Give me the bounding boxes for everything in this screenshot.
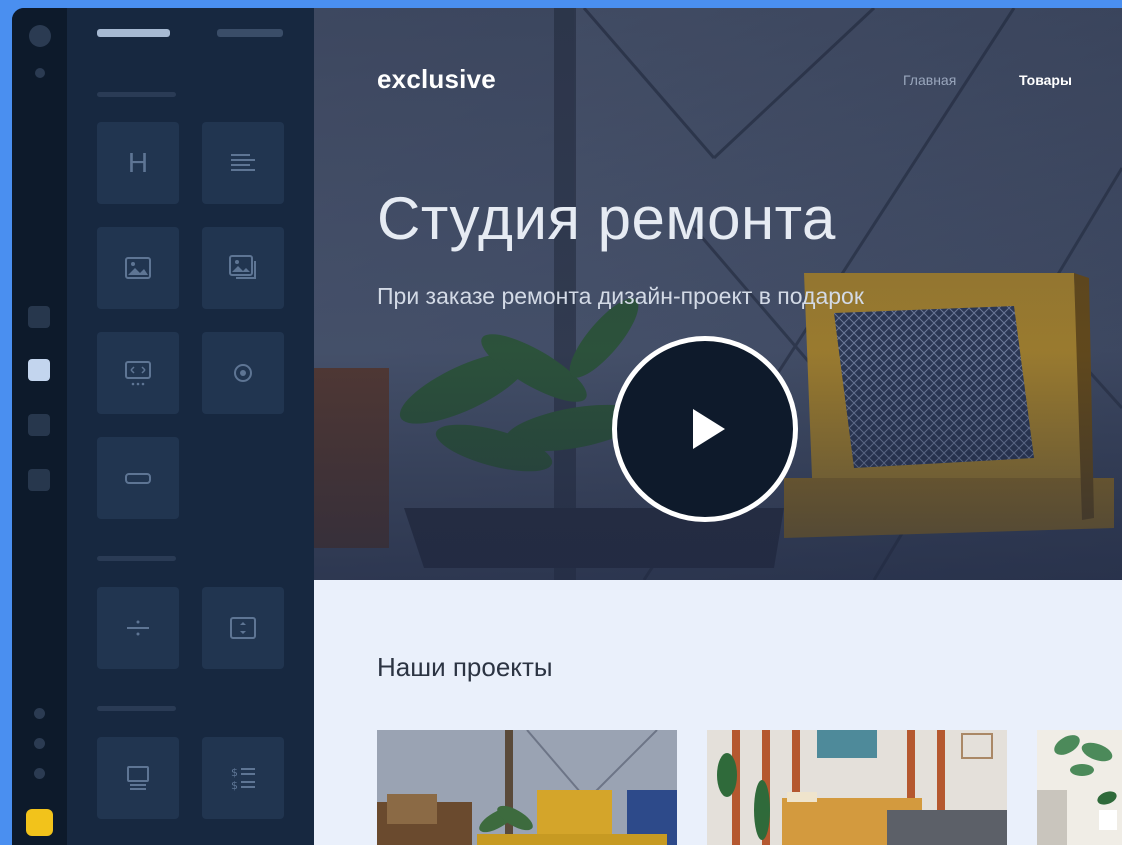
svg-text:$: $: [231, 779, 238, 792]
project-thumbnail-2[interactable]: [707, 730, 1007, 845]
rail-page-2[interactable]: [28, 359, 50, 381]
rail-dot-2[interactable]: [34, 738, 45, 749]
project-thumbnail-1[interactable]: [377, 730, 677, 845]
widget-gallery[interactable]: [202, 227, 284, 309]
widget-panel: H $ $: [67, 8, 314, 845]
radio-icon: [234, 364, 252, 382]
play-video-button[interactable]: [612, 336, 798, 522]
widget-price-list[interactable]: $ $: [202, 737, 284, 819]
slider-icon: [125, 361, 151, 386]
rail-avatar-dot[interactable]: [29, 25, 51, 47]
section-divider-3: [97, 706, 176, 711]
widget-image[interactable]: [97, 227, 179, 309]
project-thumbnail-3[interactable]: [1037, 730, 1122, 845]
rail-small-dot: [35, 68, 45, 78]
widget-text[interactable]: [202, 122, 284, 204]
monitor-icon: [127, 766, 149, 790]
widget-slider[interactable]: [97, 332, 179, 414]
rail-yellow-button[interactable]: [26, 809, 53, 836]
rail-page-4[interactable]: [28, 469, 50, 491]
nav-link-goods[interactable]: Товары: [1019, 72, 1072, 88]
widget-heading[interactable]: H: [97, 122, 179, 204]
rail-page-1[interactable]: [28, 306, 50, 328]
gallery-icon: [229, 255, 256, 279]
projects-title: Наши проекты: [377, 652, 553, 682]
widget-monitor[interactable]: [97, 737, 179, 819]
widget-divider[interactable]: [97, 587, 179, 669]
nav-link-home[interactable]: Главная: [903, 72, 956, 88]
hero-subtitle: При заказе ремонта дизайн-проект в подар…: [377, 283, 864, 309]
panel-tab-inactive[interactable]: [217, 29, 283, 37]
button-icon: [125, 473, 151, 484]
text-block-icon: [231, 154, 255, 171]
rail-page-3[interactable]: [28, 414, 50, 436]
heading-icon: H: [127, 147, 149, 178]
widget-spacer[interactable]: [202, 587, 284, 669]
hero-title: Студия ремонта: [377, 185, 836, 252]
site-logo[interactable]: exclusive: [377, 64, 496, 95]
section-divider-2: [97, 556, 176, 561]
hero-section: exclusive Главная Товары Студия ремонта …: [314, 8, 1122, 580]
price-list-icon: $$: [231, 766, 255, 792]
divider-icon: [127, 620, 149, 636]
rail-dot-3[interactable]: [34, 768, 45, 779]
editor-window: H $ $ exclusive Главная Товары Студия ре…: [12, 8, 1122, 845]
widget-radio[interactable]: [202, 332, 284, 414]
left-rail: [12, 8, 67, 845]
spacer-icon: [230, 617, 256, 639]
image-icon: [125, 257, 151, 279]
play-icon: [693, 409, 725, 449]
svg-text:$: $: [231, 766, 238, 779]
widget-button[interactable]: [97, 437, 179, 519]
section-divider: [97, 92, 176, 97]
projects-section: Наши проекты: [314, 580, 1122, 845]
rail-dot-1[interactable]: [34, 708, 45, 719]
panel-tab-active[interactable]: [97, 29, 170, 37]
